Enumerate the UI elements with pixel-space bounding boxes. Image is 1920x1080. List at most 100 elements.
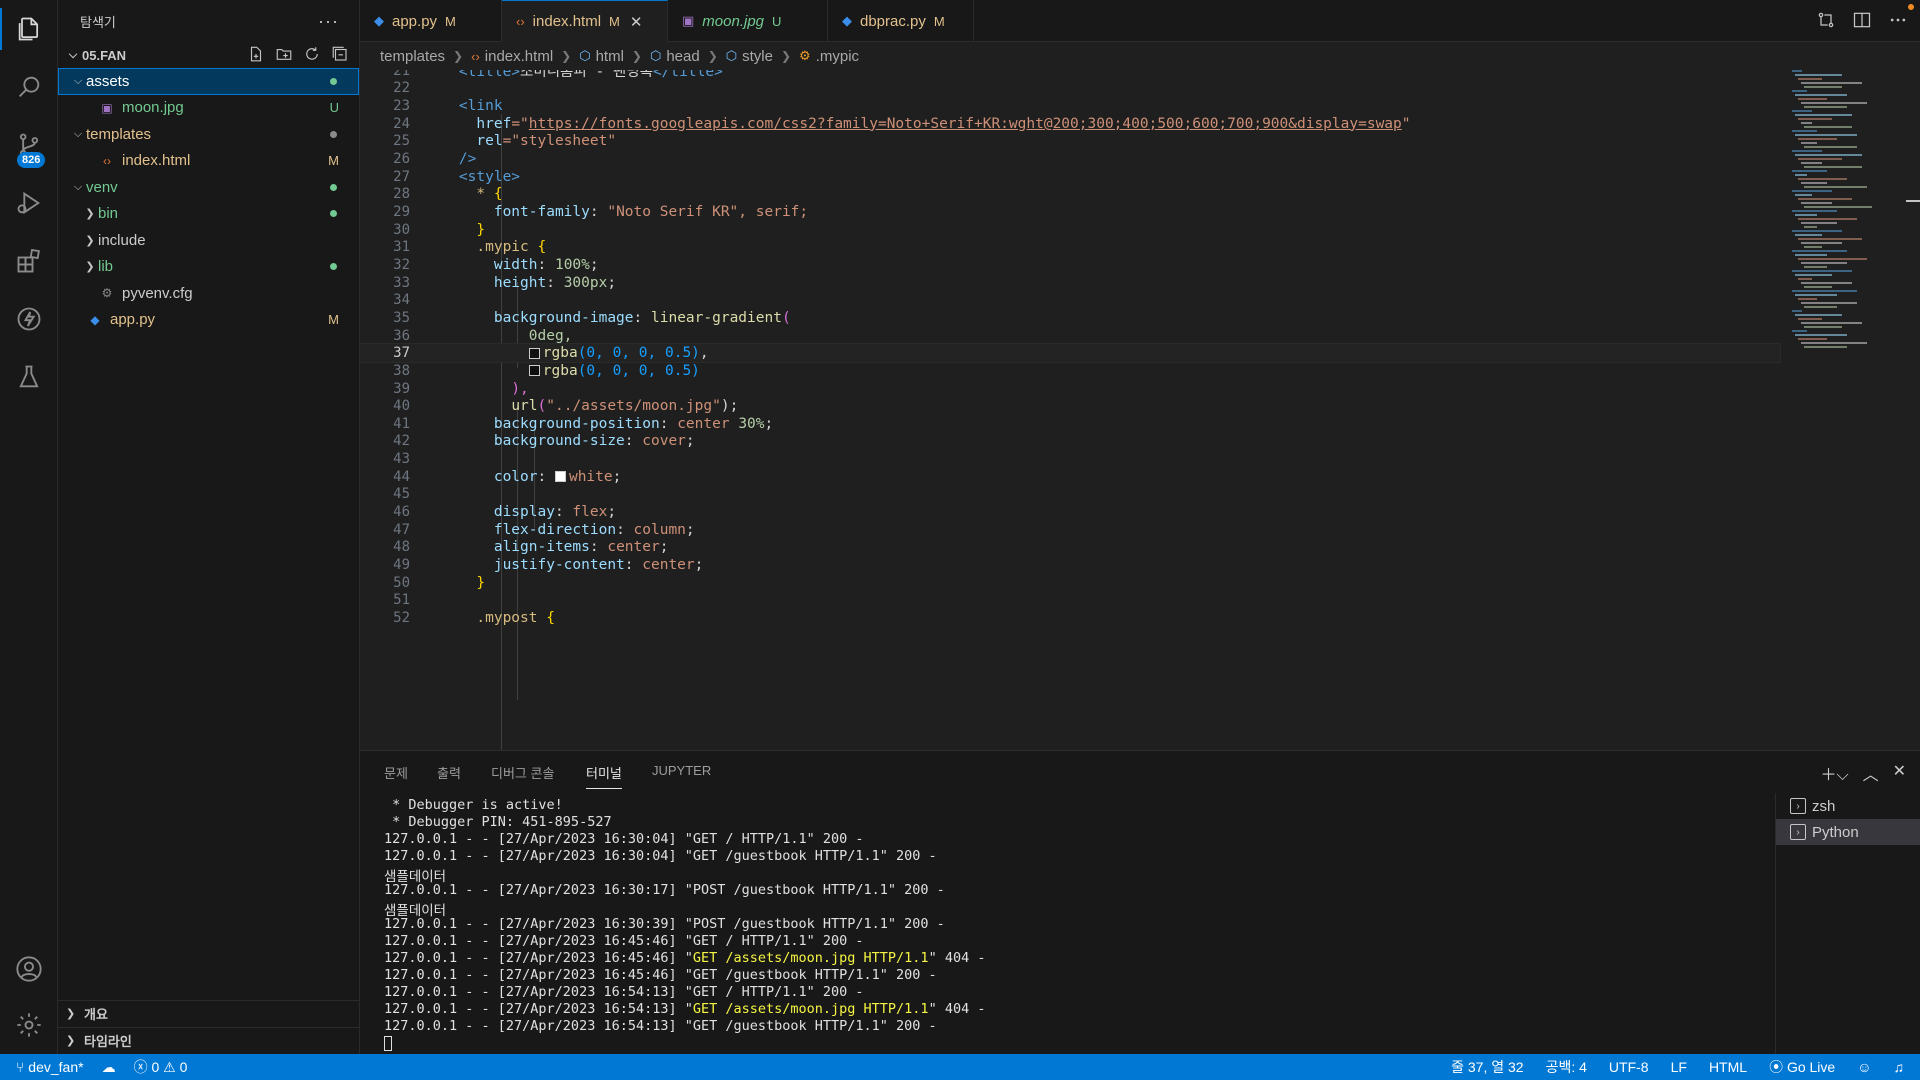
run-debug-icon[interactable] bbox=[0, 174, 58, 232]
breadcrumb-item[interactable]: html bbox=[596, 48, 624, 65]
tree-item-templates[interactable]: ⌵ templates bbox=[58, 121, 359, 148]
timeline-section[interactable]: ❯ 타임라인 bbox=[58, 1027, 360, 1053]
tree-item-label: lib bbox=[98, 258, 114, 276]
tab-dbprac-py[interactable]: ◆ dbprac.py M bbox=[828, 0, 974, 42]
more-actions-icon[interactable]: ··· bbox=[318, 11, 339, 32]
chevron-right-icon: ❯ bbox=[707, 49, 718, 63]
feedback-icon[interactable]: ☺ bbox=[1857, 1059, 1871, 1075]
cursor-position[interactable]: 줄 37, 열 32 bbox=[1451, 1057, 1523, 1077]
color-swatch[interactable] bbox=[554, 471, 566, 483]
refresh-icon[interactable] bbox=[303, 45, 321, 63]
breadcrumb-item[interactable]: style bbox=[742, 48, 773, 65]
tab-output[interactable]: 출력 bbox=[437, 763, 461, 788]
collapse-all-icon[interactable] bbox=[331, 45, 349, 63]
bell-icon[interactable]: ♫ bbox=[1894, 1059, 1905, 1075]
python-icon: ◆ bbox=[842, 13, 852, 28]
explorer-header: 탐색기 ··· bbox=[58, 0, 359, 42]
close-panel-icon[interactable]: ✕ bbox=[1893, 761, 1906, 785]
minimap-line bbox=[1795, 194, 1812, 196]
close-icon[interactable]: ✕ bbox=[630, 13, 643, 31]
encoding[interactable]: UTF-8 bbox=[1609, 1059, 1649, 1075]
color-swatch[interactable] bbox=[528, 347, 540, 359]
chevron-down-icon: ⌵ bbox=[68, 48, 78, 61]
minimap-line bbox=[1795, 314, 1842, 316]
terminal-icon: › bbox=[1790, 798, 1806, 814]
line-number: 41 bbox=[393, 415, 410, 432]
maximize-panel-icon[interactable]: ︿ bbox=[1863, 761, 1879, 785]
tree-item-app-py[interactable]: ◆ app.py M bbox=[58, 307, 359, 334]
minimap-line bbox=[1792, 70, 1802, 72]
tree-item-assets[interactable]: ⌵ assets bbox=[58, 68, 359, 95]
tree-item-venv[interactable]: ⌵ venv bbox=[58, 174, 359, 201]
workspace-root[interactable]: ⌵ 05.FAN bbox=[58, 42, 359, 68]
search-icon[interactable] bbox=[0, 58, 58, 116]
breadcrumb-item[interactable]: .mypic bbox=[816, 48, 859, 65]
tab-jupyter[interactable]: JUPYTER bbox=[652, 763, 711, 784]
indentation[interactable]: 공백: 4 bbox=[1546, 1057, 1587, 1077]
minimap[interactable] bbox=[1786, 70, 1906, 370]
code-token: 0deg, bbox=[528, 327, 573, 344]
go-live-item[interactable]: ⦿ Go Live bbox=[1769, 1057, 1835, 1077]
branch-item[interactable]: ⑂ dev_fan* bbox=[16, 1059, 84, 1075]
tab-app-py[interactable]: ◆ app.py M bbox=[360, 0, 502, 42]
notification-dot bbox=[1908, 4, 1914, 10]
terminal-item-python[interactable]: › Python bbox=[1776, 819, 1920, 845]
tree-item-bin[interactable]: ❯ bin bbox=[58, 201, 359, 228]
sync-icon[interactable]: ☁ bbox=[102, 1059, 116, 1076]
minimap-line bbox=[1795, 254, 1827, 256]
breadcrumb-item[interactable]: templates bbox=[380, 48, 445, 65]
tab-moon-jpg[interactable]: ▣ moon.jpg U bbox=[668, 0, 828, 42]
more-actions-icon[interactable] bbox=[1888, 10, 1908, 30]
compare-changes-icon[interactable] bbox=[1816, 10, 1836, 30]
git-status-dot bbox=[330, 263, 337, 271]
new-folder-icon[interactable] bbox=[275, 45, 293, 63]
line-number: 30 bbox=[393, 221, 410, 238]
language-mode[interactable]: HTML bbox=[1709, 1059, 1747, 1075]
breadcrumb-item[interactable]: head bbox=[666, 48, 699, 65]
git-status-dot bbox=[330, 183, 337, 191]
code-token: rel bbox=[476, 133, 503, 150]
terminal-item-zsh[interactable]: › zsh bbox=[1776, 793, 1920, 819]
tab-terminal[interactable]: 터미널 bbox=[586, 763, 622, 789]
extensions-icon[interactable] bbox=[0, 232, 58, 290]
new-terminal-icon[interactable]: ＋⌵ bbox=[1820, 761, 1848, 785]
end-of-line[interactable]: LF bbox=[1671, 1059, 1687, 1075]
testing-flask-icon[interactable] bbox=[0, 348, 58, 406]
minimap-line bbox=[1804, 226, 1817, 228]
code-line: 49 justify-content: center; bbox=[360, 556, 1780, 574]
file-tree: ⌵ assets ▣ moon.jpg U ⌵ templates ‹› index.html M… bbox=[58, 68, 359, 333]
tree-item-label: bin bbox=[98, 205, 119, 223]
scrollbar-marker bbox=[1906, 200, 1920, 202]
code-token: ; bbox=[659, 539, 669, 556]
split-editor-icon[interactable] bbox=[1852, 10, 1872, 30]
account-icon[interactable] bbox=[0, 940, 58, 998]
terminal-cursor[interactable] bbox=[384, 1035, 1774, 1052]
tree-item-include[interactable]: ❯ include bbox=[58, 227, 359, 254]
html-icon: ‹› bbox=[516, 14, 525, 29]
tab-debug-console[interactable]: 디버그 콘솔 bbox=[491, 763, 554, 788]
tree-item-moon-jpg[interactable]: ▣ moon.jpg U bbox=[58, 95, 359, 122]
terminal-line: 샘플데이터 bbox=[384, 869, 447, 885]
code-line: 51 bbox=[360, 592, 1780, 610]
explorer-icon[interactable] bbox=[0, 0, 58, 58]
tree-item-index-html[interactable]: ‹› index.html M bbox=[58, 148, 359, 175]
code-token: , serif; bbox=[738, 204, 809, 220]
source-control-icon[interactable]: 826 bbox=[0, 116, 58, 174]
tree-item-lib[interactable]: ❯ lib bbox=[58, 254, 359, 281]
outline-section[interactable]: ❯ 개요 bbox=[58, 1000, 360, 1026]
problems-item[interactable]: ⓧ 0 ⚠ 0 bbox=[134, 1057, 188, 1077]
tab-problems[interactable]: 문제 bbox=[384, 763, 408, 788]
new-file-icon[interactable] bbox=[247, 45, 265, 63]
breadcrumb-item[interactable]: index.html bbox=[485, 48, 553, 65]
code-token: " bbox=[1401, 115, 1411, 132]
settings-gear-icon[interactable] bbox=[0, 996, 58, 1054]
code-token: display bbox=[493, 504, 555, 521]
code-editor[interactable]: 21 <title>초미니홈피 - 팬명록</title> 22 23 <link 2… bbox=[360, 70, 1920, 750]
color-swatch[interactable] bbox=[528, 365, 540, 377]
lightning-icon[interactable] bbox=[0, 290, 58, 348]
terminal-output[interactable]: * Debugger is active! * Debugger PIN: 45… bbox=[384, 797, 1774, 1052]
bottom-panel: 문제 출력 디버그 콘솔 터미널 JUPYTER ＋⌵ ︿ ✕ * Debugg… bbox=[360, 750, 1920, 1055]
tab-index-html[interactable]: ‹› index.html M ✕ bbox=[502, 0, 668, 42]
tree-item-pyvenv-cfg[interactable]: ⚙ pyvenv.cfg bbox=[58, 280, 359, 307]
minimap-line bbox=[1804, 166, 1862, 168]
